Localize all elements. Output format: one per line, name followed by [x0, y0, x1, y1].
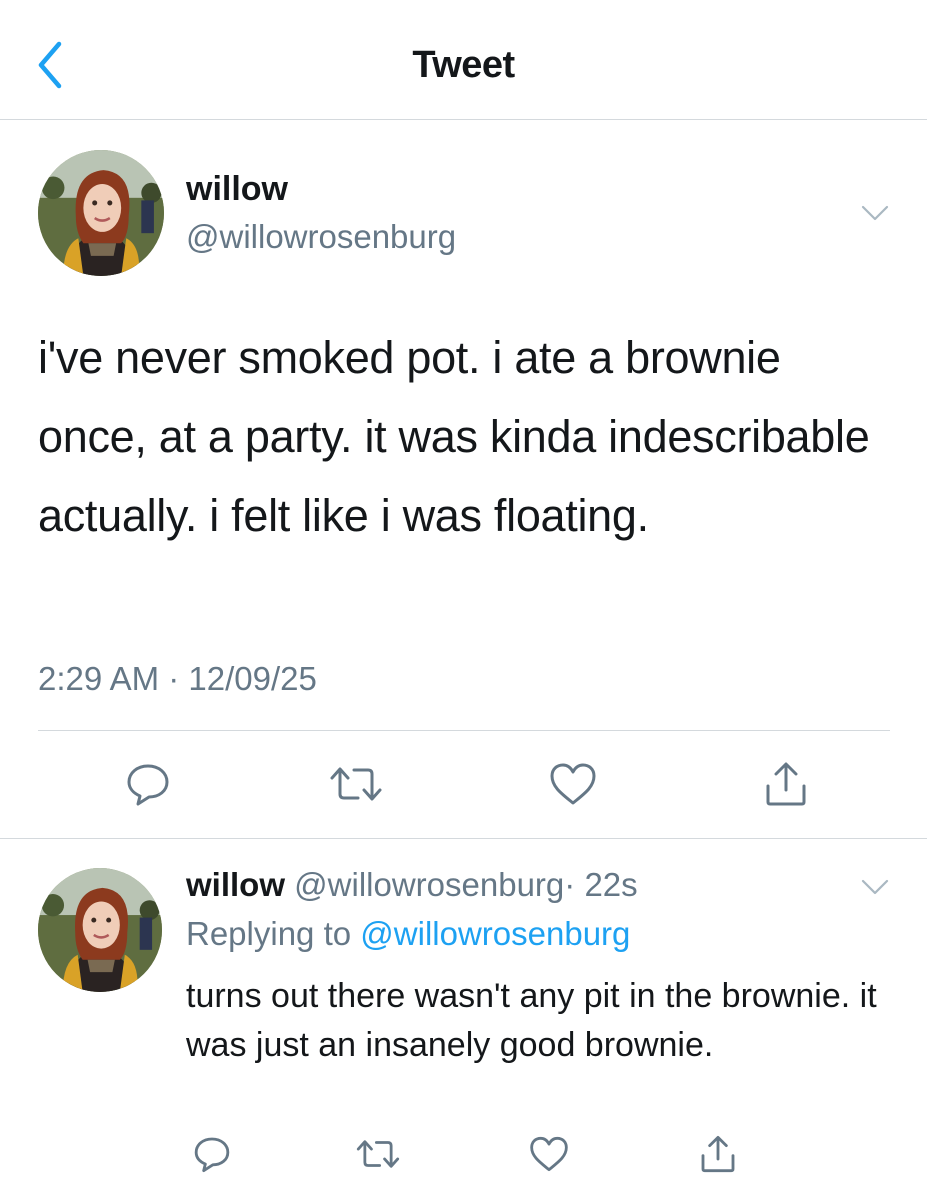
author-name[interactable]: willow: [186, 170, 288, 209]
like-icon: [550, 763, 596, 805]
chevron-down-icon: [861, 879, 889, 895]
tweet-text: i've never smoked pot. i ate a brownie o…: [38, 332, 870, 541]
reply-author-name[interactable]: willow: [186, 866, 285, 903]
share-icon: [766, 762, 806, 806]
divider: [38, 730, 890, 731]
tweet-options-button[interactable]: [855, 198, 895, 228]
divider: [0, 838, 927, 839]
like-button[interactable]: [543, 754, 603, 814]
reply-share-button[interactable]: [692, 1128, 744, 1180]
share-button[interactable]: [756, 754, 816, 814]
reply-retweet-button[interactable]: [352, 1128, 404, 1180]
reply-like-button[interactable]: [523, 1128, 575, 1180]
avatar[interactable]: [38, 150, 164, 276]
reply-button[interactable]: [118, 754, 178, 814]
reply-icon: [194, 1137, 230, 1173]
reply-reply-button[interactable]: [186, 1128, 238, 1180]
avatar[interactable]: [38, 868, 162, 992]
share-icon: [701, 1135, 735, 1173]
replying-to-link[interactable]: @willowrosenburg: [360, 915, 630, 952]
reply-icon: [127, 764, 169, 806]
reply-author-handle[interactable]: @willowrosenburg: [294, 866, 564, 903]
top-bar: Tweet: [0, 0, 927, 120]
page-title: Tweet: [412, 44, 515, 86]
retweet-icon: [330, 767, 382, 801]
reply-age: · 22s: [564, 866, 638, 903]
chevron-down-icon: [861, 205, 889, 221]
retweet-icon: [356, 1140, 400, 1168]
replying-to-prefix: Replying to: [186, 915, 352, 952]
like-icon: [530, 1136, 568, 1172]
reply-text: turns out there wasn't any pit in the br…: [186, 977, 877, 1064]
author-handle[interactable]: @willowrosenburg: [186, 218, 456, 256]
retweet-button[interactable]: [326, 754, 386, 814]
reply-options-button[interactable]: [855, 872, 895, 902]
replying-to: Replying to @willowrosenburg: [186, 915, 630, 953]
tweet-timestamp[interactable]: 2:29 AM · 12/09/25: [38, 660, 317, 698]
reply-header: willow @willowrosenburg· 22s: [186, 866, 638, 904]
